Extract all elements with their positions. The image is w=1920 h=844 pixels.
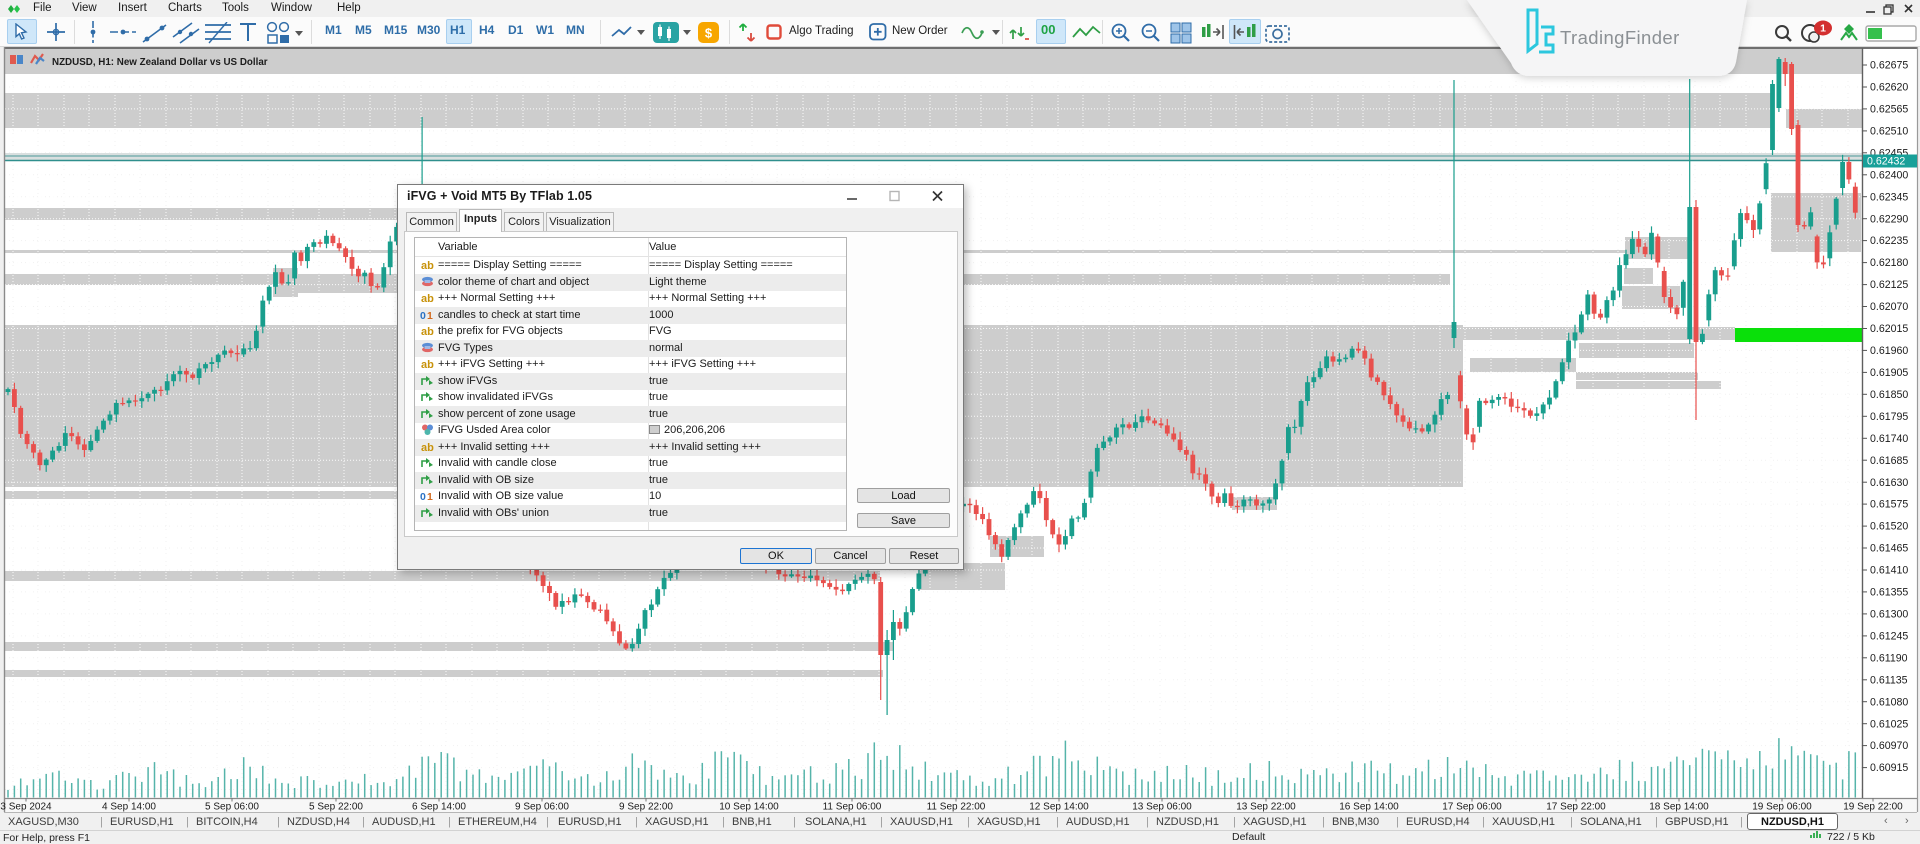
svg-text:19 Sep 06:00: 19 Sep 06:00 xyxy=(1752,802,1812,813)
svg-text:13 Sep 22:00: 13 Sep 22:00 xyxy=(1236,802,1296,813)
svg-text:NZDUSD, H1: New Zealand Dolla: NZDUSD, H1: New Zealand Dollar vs US Dol… xyxy=(52,57,268,68)
svg-text:0.62432: 0.62432 xyxy=(1867,156,1905,168)
svg-text:0.62235: 0.62235 xyxy=(1870,235,1908,247)
svg-text:5 Sep 22:00: 5 Sep 22:00 xyxy=(309,802,363,813)
svg-text:0.62565: 0.62565 xyxy=(1870,104,1908,116)
svg-text:ab: ab xyxy=(421,293,434,304)
svg-text:19 Sep 22:00: 19 Sep 22:00 xyxy=(1843,802,1903,813)
svg-text:4 Sep 14:00: 4 Sep 14:00 xyxy=(102,802,156,813)
svg-text:0.61190: 0.61190 xyxy=(1870,652,1908,664)
svg-text:0.62070: 0.62070 xyxy=(1870,301,1908,313)
svg-text:1: 1 xyxy=(1820,23,1826,35)
svg-text:0.62290: 0.62290 xyxy=(1870,213,1908,225)
svg-text:0.61520: 0.61520 xyxy=(1870,521,1908,533)
svg-text:17 Sep 06:00: 17 Sep 06:00 xyxy=(1442,802,1502,813)
svg-text:ab: ab xyxy=(421,359,434,370)
svg-text:11 Sep 06:00: 11 Sep 06:00 xyxy=(823,802,882,813)
svg-text:0: 0 xyxy=(420,310,426,321)
svg-text:0.61575: 0.61575 xyxy=(1870,499,1908,511)
svg-text:0.61685: 0.61685 xyxy=(1870,455,1908,467)
svg-text:0.61960: 0.61960 xyxy=(1870,345,1908,357)
svg-text:0.61905: 0.61905 xyxy=(1870,367,1908,379)
svg-text:18 Sep 14:00: 18 Sep 14:00 xyxy=(1649,802,1709,813)
svg-text:TradingFinder: TradingFinder xyxy=(1560,27,1680,48)
svg-text:$: $ xyxy=(705,26,713,41)
svg-text:0.62510: 0.62510 xyxy=(1870,126,1908,138)
svg-text:12 Sep 14:00: 12 Sep 14:00 xyxy=(1029,802,1089,813)
svg-text:0.61465: 0.61465 xyxy=(1870,543,1908,555)
svg-text:0.61630: 0.61630 xyxy=(1870,477,1908,489)
svg-text:0.62400: 0.62400 xyxy=(1870,169,1908,181)
svg-text:0: 0 xyxy=(420,491,426,502)
svg-text:9 Sep 22:00: 9 Sep 22:00 xyxy=(619,802,673,813)
svg-text:1: 1 xyxy=(427,310,433,321)
svg-text:0.62345: 0.62345 xyxy=(1870,191,1908,203)
svg-text:0.61025: 0.61025 xyxy=(1870,718,1908,730)
svg-text:0.61355: 0.61355 xyxy=(1870,587,1908,599)
svg-text:0.62125: 0.62125 xyxy=(1870,279,1908,291)
svg-text:17 Sep 22:00: 17 Sep 22:00 xyxy=(1546,802,1606,813)
svg-text:ab: ab xyxy=(421,260,434,271)
svg-text:0.61245: 0.61245 xyxy=(1870,631,1908,643)
svg-text:0.60915: 0.60915 xyxy=(1870,762,1908,774)
svg-text:0.61740: 0.61740 xyxy=(1870,433,1908,445)
svg-text:1: 1 xyxy=(427,491,433,502)
svg-text:ab: ab xyxy=(421,326,434,337)
svg-text:ab: ab xyxy=(421,442,434,453)
svg-text:3 Sep 2024: 3 Sep 2024 xyxy=(0,802,52,813)
svg-text:11 Sep 22:00: 11 Sep 22:00 xyxy=(927,802,986,813)
svg-text:13 Sep 06:00: 13 Sep 06:00 xyxy=(1132,802,1192,813)
svg-text:16 Sep 14:00: 16 Sep 14:00 xyxy=(1339,802,1399,813)
svg-text:0.61135: 0.61135 xyxy=(1870,674,1908,686)
svg-text:0.62015: 0.62015 xyxy=(1870,323,1908,335)
svg-text:0.61850: 0.61850 xyxy=(1870,389,1908,401)
svg-text:0.62180: 0.62180 xyxy=(1870,257,1908,269)
svg-text:0.61300: 0.61300 xyxy=(1870,609,1908,621)
svg-text:5 Sep 06:00: 5 Sep 06:00 xyxy=(205,802,259,813)
svg-text:0.61795: 0.61795 xyxy=(1870,411,1908,423)
svg-text:6 Sep 14:00: 6 Sep 14:00 xyxy=(412,802,466,813)
svg-text:0.61410: 0.61410 xyxy=(1870,565,1908,577)
svg-text:9 Sep 06:00: 9 Sep 06:00 xyxy=(515,802,569,813)
svg-text:0.61080: 0.61080 xyxy=(1870,696,1908,708)
svg-text:10 Sep 14:00: 10 Sep 14:00 xyxy=(719,802,779,813)
svg-text:0.62620: 0.62620 xyxy=(1870,82,1908,94)
svg-text:0.60970: 0.60970 xyxy=(1870,740,1908,752)
svg-text:0.62675: 0.62675 xyxy=(1870,60,1908,72)
